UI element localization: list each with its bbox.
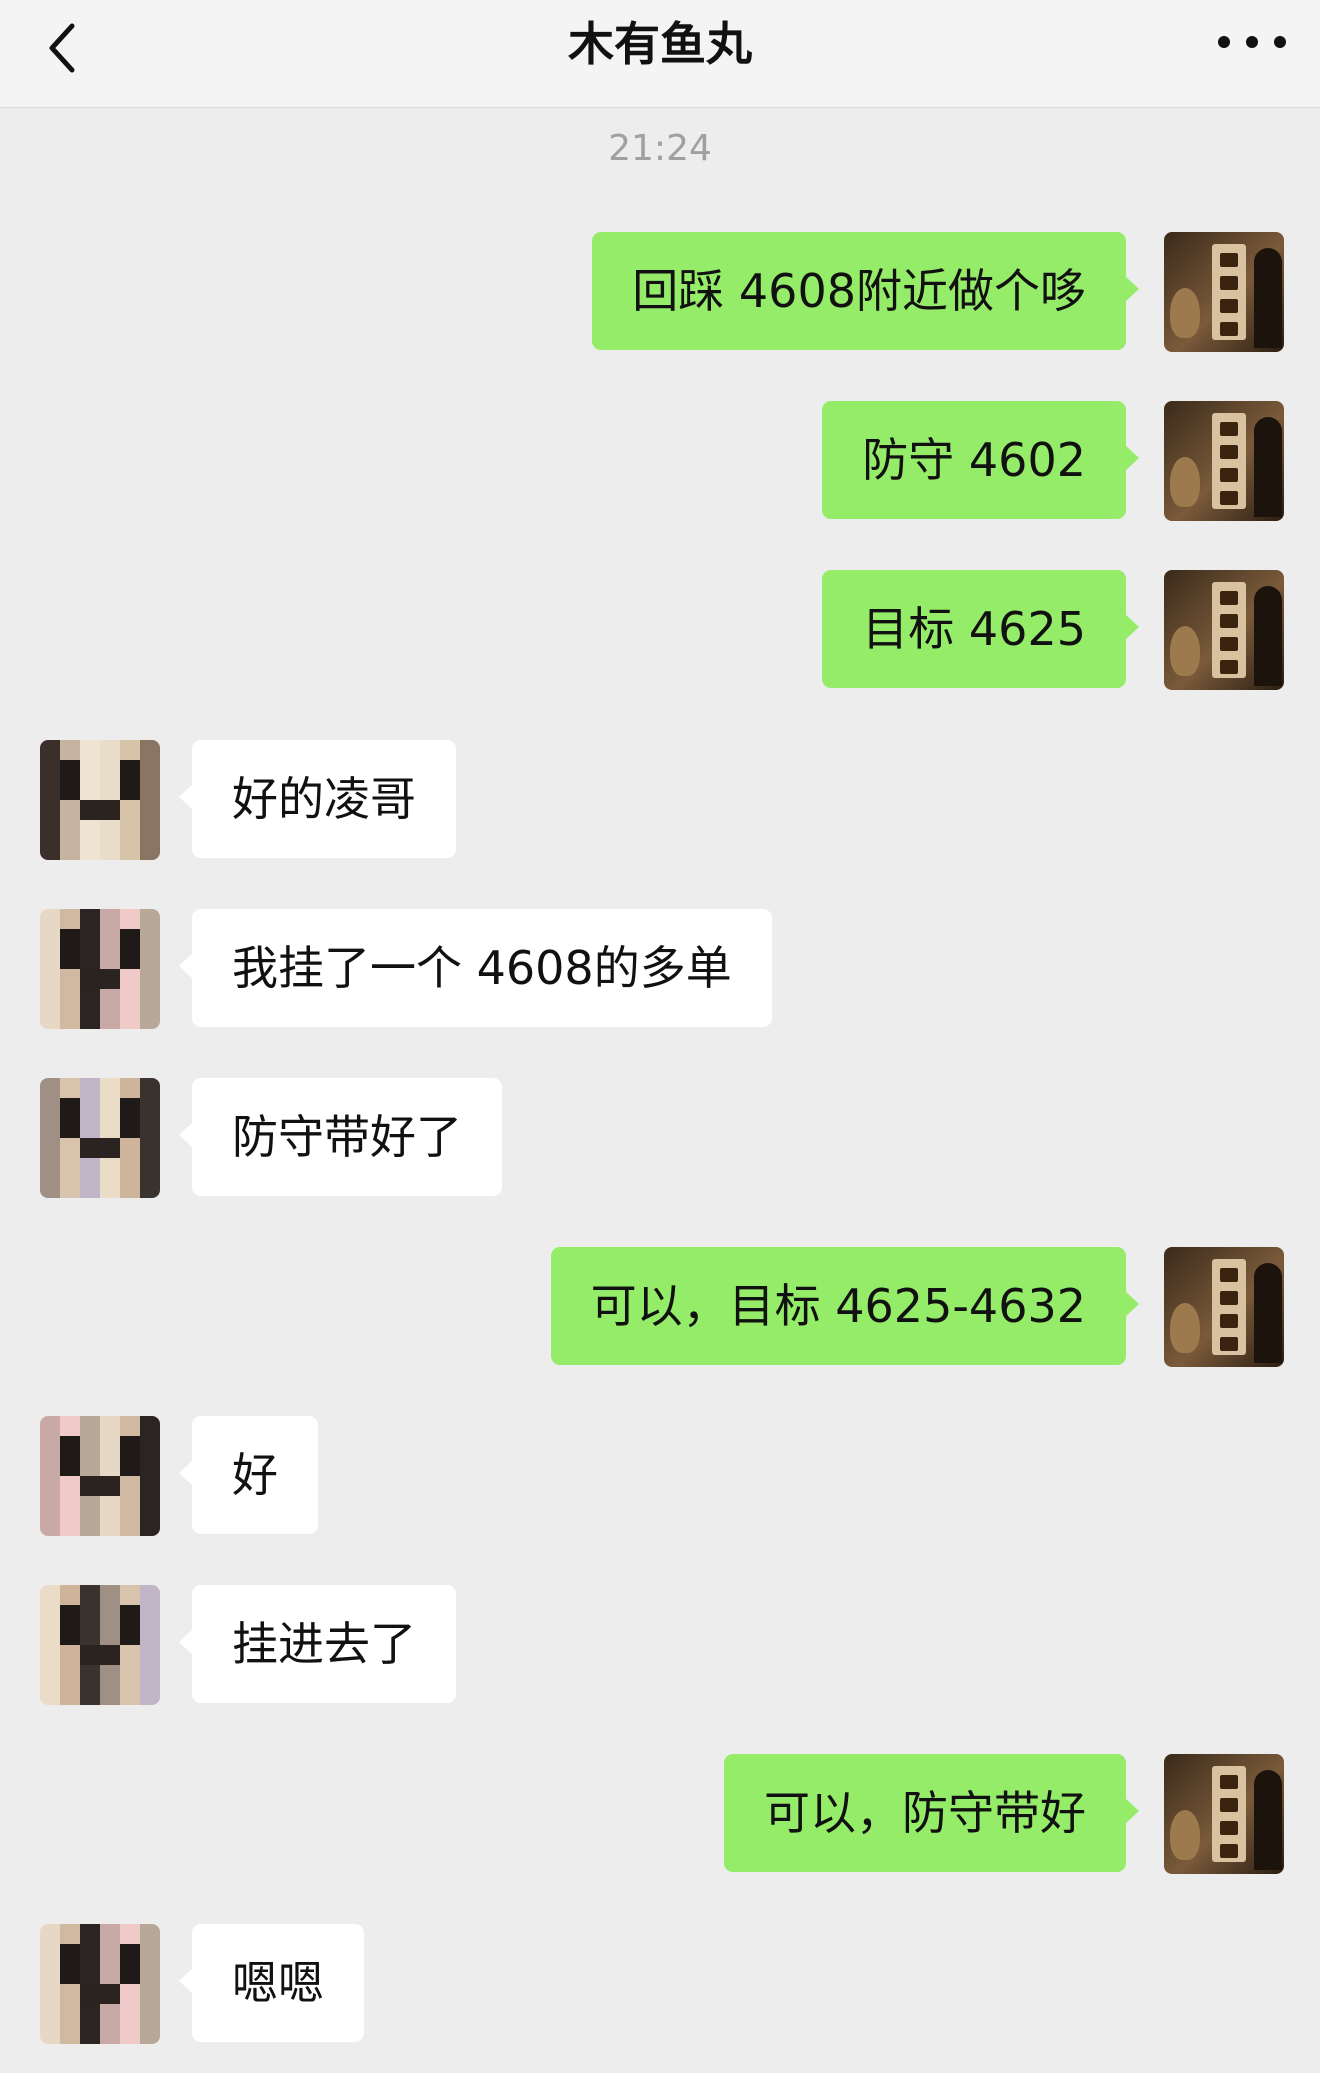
message-row-received: 嗯嗯 [0,1924,1320,2044]
message-row-sent: 回踩 4608附近做个哆 [0,232,1320,352]
contact-avatar[interactable] [40,1416,160,1536]
received-message-bubble[interactable]: 好的凌哥 [179,740,456,858]
message-row-received: 我挂了一个 4608的多单 [0,909,1320,1029]
received-message-bubble[interactable]: 防守带好了 [179,1078,502,1196]
contact-avatar[interactable] [40,1078,160,1198]
sent-message-bubble[interactable]: 防守 4602 [822,401,1139,519]
contact-avatar[interactable] [40,909,160,1029]
more-dots-icon[interactable] [1214,22,1290,62]
chat-title: 木有鱼丸 [568,17,752,71]
received-message-bubble[interactable]: 嗯嗯 [179,1924,364,2042]
sent-message-bubble[interactable]: 可以，防守带好 [724,1754,1139,1872]
message-row-received: 挂进去了 [0,1585,1320,1705]
message-row-received: 好的凌哥 [0,740,1320,860]
contact-avatar[interactable] [40,1924,160,2044]
message-row-received: 防守带好了 [0,1078,1320,1198]
sent-message-bubble[interactable]: 可以，目标 4625-4632 [550,1247,1140,1365]
contact-avatar[interactable] [40,740,160,860]
my-avatar[interactable] [1164,1754,1284,1874]
received-message-bubble[interactable]: 好 [179,1416,318,1534]
contact-avatar[interactable] [40,1585,160,1705]
my-avatar[interactable] [1164,570,1284,690]
message-row-sent: 可以，目标 4625-4632 [0,1247,1320,1367]
sent-message-bubble[interactable]: 回踩 4608附近做个哆 [592,232,1139,350]
message-row-sent: 可以，防守带好 [0,1754,1320,1874]
received-message-bubble[interactable]: 挂进去了 [179,1585,456,1703]
my-avatar[interactable] [1164,232,1284,352]
message-row-sent: 目标 4625 [0,570,1320,690]
my-avatar[interactable] [1164,401,1284,521]
message-row-received: 好 [0,1416,1320,1536]
message-timestamp: 21:24 [608,128,712,169]
sent-message-bubble[interactable]: 目标 4625 [822,570,1139,688]
chat-header: 木有鱼丸 [0,0,1320,108]
received-message-bubble[interactable]: 我挂了一个 4608的多单 [179,909,772,1027]
message-row-sent: 防守 4602 [0,401,1320,521]
my-avatar[interactable] [1164,1247,1284,1367]
